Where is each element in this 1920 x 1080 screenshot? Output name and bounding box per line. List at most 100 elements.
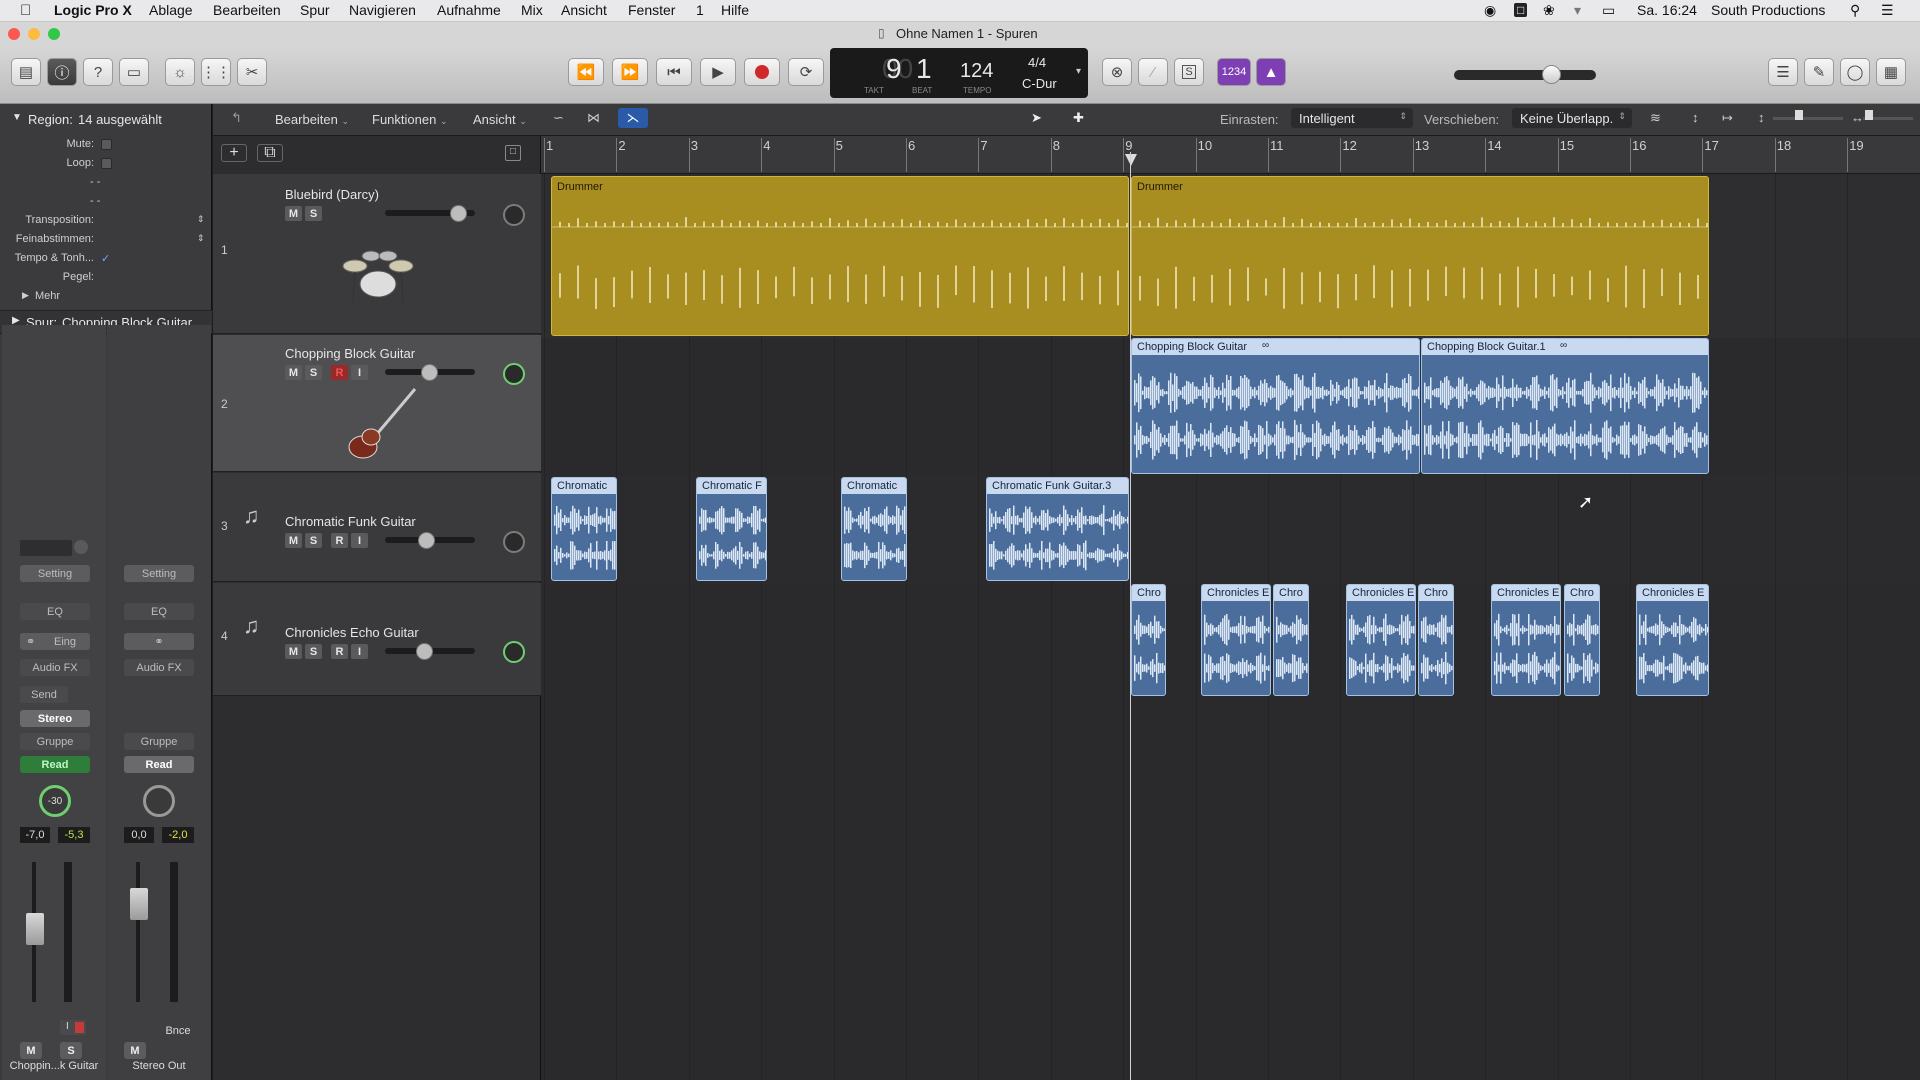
vertical-zoom-slider[interactable] xyxy=(1773,117,1843,120)
solo-button[interactable]: S xyxy=(60,1042,82,1059)
lcd-key[interactable]: C-Dur xyxy=(1022,76,1057,91)
loop-browser-button[interactable]: ◯ xyxy=(1840,58,1870,86)
menu-aufnahme[interactable]: Aufnahme xyxy=(437,2,501,18)
drummer-region[interactable]: Drummer xyxy=(551,176,1129,336)
audio-region[interactable]: Chronicles E xyxy=(1201,584,1271,696)
pan-knob[interactable] xyxy=(503,204,525,226)
audio-region[interactable]: Chromatic F xyxy=(696,477,767,581)
input-monitor-button[interactable]: I xyxy=(351,533,368,548)
menu-spur[interactable]: Spur xyxy=(300,2,330,18)
eq-button[interactable]: EQ xyxy=(124,603,194,620)
add-track-button[interactable]: + xyxy=(221,144,247,162)
pan-knob[interactable] xyxy=(143,785,175,817)
track-header-1[interactable]: 1 Bluebird (Darcy) M S xyxy=(213,174,541,334)
mute-checkbox[interactable] xyxy=(101,139,112,150)
solo-button[interactable]: S xyxy=(1174,58,1204,86)
mute-button[interactable]: M xyxy=(20,1042,42,1059)
record-enable-button[interactable]: R xyxy=(331,533,348,548)
zoom-window-button[interactable] xyxy=(48,28,60,40)
back-arrow-icon[interactable]: ↰ xyxy=(231,110,242,126)
play-button[interactable]: ▶ xyxy=(700,58,736,86)
volume-slider-knob[interactable] xyxy=(421,364,438,381)
playhead-marker-icon[interactable] xyxy=(1125,154,1137,166)
waveform-zoom-icon[interactable]: ≋ xyxy=(1650,110,1661,126)
lcd-display[interactable]: 00 9 1 TAKT BEAT 124 TEMPO 4/4 C-Dur ▾ xyxy=(830,48,1088,98)
bluetooth-icon[interactable]: ❀ xyxy=(1543,2,1555,19)
audio-region[interactable]: Chro xyxy=(1273,584,1309,696)
mute-button[interactable]: M xyxy=(285,644,302,659)
volume-fader-cap[interactable] xyxy=(26,913,44,945)
volume-readout[interactable]: 0,0 xyxy=(124,827,154,843)
menu-fenster[interactable]: Fenster xyxy=(628,2,675,18)
bounce-button[interactable]: Bnce xyxy=(162,1022,194,1039)
track-name[interactable]: Chopping Block Guitar xyxy=(285,346,415,361)
pan-knob[interactable]: -30 xyxy=(39,785,71,817)
rewind-button[interactable]: ⏪ xyxy=(568,58,604,86)
volume-slider-knob[interactable] xyxy=(450,205,467,222)
clock[interactable]: Sa. 16:24 xyxy=(1637,2,1697,18)
view-menu[interactable]: Ansicht ⌄ xyxy=(473,112,527,127)
minimize-window-button[interactable] xyxy=(28,28,40,40)
audio-region[interactable]: Chronicles E xyxy=(1491,584,1561,696)
audio-region[interactable]: Chronicles E xyxy=(1636,584,1709,696)
count-in-button[interactable]: 1234 xyxy=(1217,58,1251,86)
snap-select[interactable]: Intelligent ⇕ xyxy=(1291,108,1413,128)
horizontal-zoom-thumb[interactable] xyxy=(1865,110,1873,120)
editors-button[interactable]: ✂ xyxy=(237,58,267,86)
quantize-value[interactable]: - - xyxy=(90,176,100,188)
mixer-button[interactable]: ⋮⋮ xyxy=(201,58,231,86)
go-to-start-button[interactable]: ⏮ xyxy=(656,58,692,86)
inspector-button[interactable]: ⓘ xyxy=(47,58,77,86)
vertical-zoom-thumb[interactable] xyxy=(1795,110,1803,120)
input-monitor-button[interactable]: I xyxy=(351,644,368,659)
note-pad-button[interactable]: ✎ xyxy=(1804,58,1834,86)
mute-button[interactable]: M xyxy=(124,1042,146,1059)
input-monitor-record-buttons[interactable]: I xyxy=(60,1020,86,1035)
solo-button[interactable]: S xyxy=(305,644,322,659)
audio-region[interactable]: Chromatic Funk Guitar.3 xyxy=(986,477,1129,581)
track-header-2[interactable]: 2 Chopping Block Guitar M S R I xyxy=(213,335,541,472)
pan-knob[interactable] xyxy=(503,363,525,385)
group-button[interactable]: Gruppe xyxy=(124,733,194,750)
menu-bearbeiten[interactable]: Bearbeiten xyxy=(213,2,281,18)
link-button[interactable]: ⚭ xyxy=(124,633,194,650)
peak-readout[interactable]: -2,0 xyxy=(162,827,194,843)
setting-button[interactable]: Setting xyxy=(124,565,194,582)
menu-hilfe[interactable]: Hilfe xyxy=(721,2,749,18)
tempo-pitch-checkbox[interactable]: ✓ xyxy=(101,252,110,265)
menu-ablage[interactable]: Ablage xyxy=(149,2,193,18)
fine-tune-stepper-icon[interactable]: ⇕ xyxy=(197,233,205,244)
disclosure-right-icon[interactable]: ▶ xyxy=(22,290,29,301)
wifi-icon[interactable]: ▾ xyxy=(1574,2,1581,19)
track-name[interactable]: Chronicles Echo Guitar xyxy=(285,625,419,640)
volume-fader-track[interactable] xyxy=(136,862,140,1002)
toolbar-button[interactable]: ▭ xyxy=(119,58,149,86)
vertical-zoom-icon[interactable]: ↕ xyxy=(1758,110,1765,125)
list-editors-button[interactable]: ☰ xyxy=(1768,58,1798,86)
close-window-button[interactable] xyxy=(8,28,20,40)
browser-button[interactable]: ▦ xyxy=(1876,58,1906,86)
audio-region[interactable]: Chopping Block Guitar.1 ∞ xyxy=(1421,338,1709,474)
menu-1[interactable]: 1 xyxy=(696,2,704,18)
q-swing-value[interactable]: - - xyxy=(90,195,100,207)
volume-fader-cap[interactable] xyxy=(130,888,148,920)
quick-help-button[interactable]: ? xyxy=(83,58,113,86)
record-button[interactable] xyxy=(744,58,780,86)
group-button[interactable]: Gruppe xyxy=(20,733,90,750)
app-menu[interactable]: Logic Pro X xyxy=(54,2,132,18)
menu-navigieren[interactable]: Navigieren xyxy=(349,2,416,18)
automation-mode-button[interactable]: Read xyxy=(20,756,90,773)
setting-button[interactable]: Setting xyxy=(20,565,90,582)
peak-readout[interactable]: -5,3 xyxy=(58,827,90,843)
pan-knob[interactable] xyxy=(503,641,525,663)
master-volume-slider[interactable] xyxy=(1454,70,1596,80)
horizontal-fit-icon[interactable]: ↦ xyxy=(1722,110,1733,126)
mute-button[interactable]: M xyxy=(285,365,302,380)
solo-button[interactable]: S xyxy=(305,365,322,380)
master-volume-knob[interactable] xyxy=(1542,65,1561,84)
apple-menu-icon[interactable]:  xyxy=(20,2,31,19)
track-header-3[interactable]: 3 ♫ Chromatic Funk Guitar M S R I xyxy=(213,473,541,582)
output-button[interactable]: Stereo xyxy=(20,710,90,727)
notification-center-icon[interactable]: ☰ xyxy=(1881,2,1894,19)
cycle-button[interactable]: ⟳ xyxy=(788,58,824,86)
